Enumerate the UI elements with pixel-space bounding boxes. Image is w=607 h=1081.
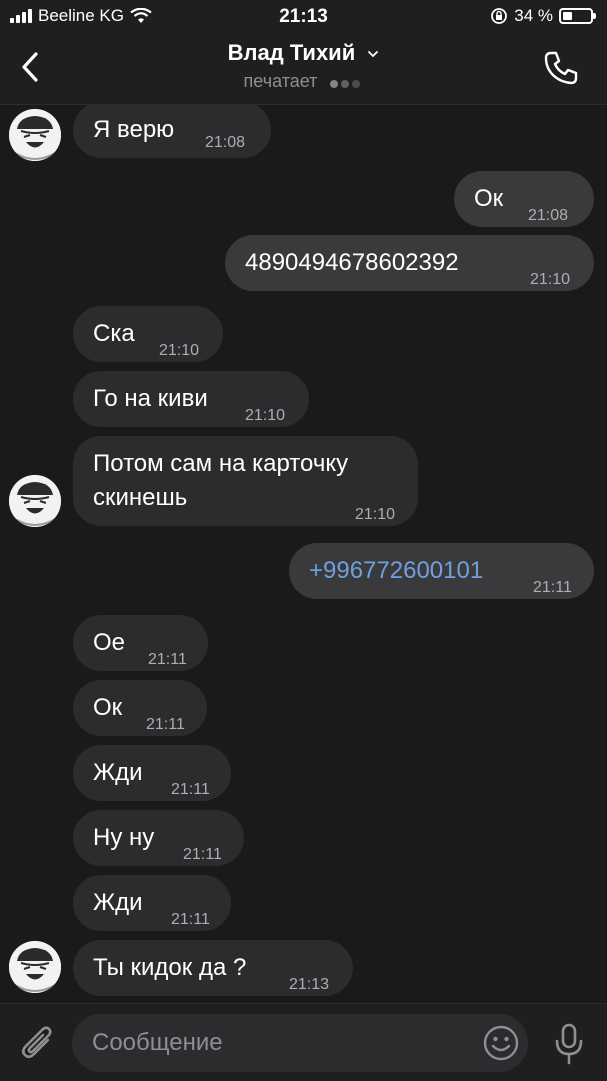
message-text: Ну ну	[93, 824, 155, 851]
message-time: 21:11	[533, 579, 572, 596]
incoming-message[interactable]: Ок 21:11	[73, 680, 207, 736]
microphone-icon[interactable]	[552, 1022, 586, 1066]
phone-icon[interactable]	[541, 48, 581, 88]
message-time: 21:11	[171, 781, 210, 798]
message-text: Ок	[474, 185, 504, 212]
avatar[interactable]	[9, 941, 61, 993]
chevron-down-icon	[368, 51, 379, 58]
message-text: Потом сам на карточку скинешь	[93, 450, 349, 511]
incoming-message[interactable]: Жди 21:11	[73, 745, 231, 801]
message-list[interactable]: Я верю 21:08 Ок 21:08 4890494678602392 21:10…	[0, 105, 607, 1003]
message-text: Ты кидок да ?	[93, 954, 247, 981]
message-text: 4890494678602392	[245, 249, 459, 276]
avatar[interactable]	[9, 475, 61, 527]
outgoing-message[interactable]: 4890494678602392 21:10	[225, 235, 594, 291]
message-time: 21:11	[171, 911, 210, 928]
contact-title[interactable]: Влад Тихий	[0, 40, 607, 66]
message-text: Ок	[93, 694, 123, 721]
message-time: 21:11	[148, 651, 187, 668]
status-bar: Beeline KG 21:13 34 %	[0, 0, 607, 34]
message-time: 21:11	[183, 846, 222, 863]
rotation-lock-icon	[491, 8, 508, 24]
incoming-message[interactable]: Жди 21:11	[73, 875, 231, 931]
incoming-message[interactable]: Ты кидок да ? 21:13	[73, 940, 353, 996]
message-text: Го на киви	[93, 385, 208, 412]
status-right: 34 %	[490, 6, 596, 26]
incoming-message[interactable]: Ое 21:11	[73, 615, 208, 671]
message-text: Жди	[93, 759, 143, 786]
message-time: 21:10	[245, 407, 286, 424]
incoming-message[interactable]: Ска 21:10	[73, 306, 223, 362]
message-text: Я верю	[93, 116, 175, 143]
composer-bar	[0, 1003, 607, 1081]
incoming-message[interactable]: Потом сам на карточку скинешь 21:10	[73, 436, 418, 526]
message-text: Жди	[93, 889, 143, 916]
typing-status: печатает	[0, 71, 607, 93]
paperclip-icon[interactable]	[18, 1022, 56, 1064]
message-input[interactable]	[72, 1014, 528, 1072]
message-text: Ое	[93, 629, 126, 656]
message-time: 21:10	[159, 342, 200, 359]
message-time: 21:10	[355, 506, 396, 523]
contact-name: Влад Тихий	[227, 40, 356, 65]
outgoing-message[interactable]: Ок 21:08	[454, 171, 594, 227]
typing-dots-icon	[330, 72, 363, 93]
message-time: 21:11	[146, 716, 185, 733]
avatar[interactable]	[9, 109, 61, 161]
message-text: Ска	[93, 320, 135, 347]
outgoing-message[interactable]: +996772600101 21:11	[289, 543, 594, 599]
battery-icon	[559, 8, 596, 24]
typing-status-text: печатает	[243, 71, 318, 91]
incoming-message[interactable]: Ну ну 21:11	[73, 810, 244, 866]
incoming-message[interactable]: Я верю 21:08	[73, 105, 271, 158]
message-time: 21:13	[289, 976, 330, 993]
phone-link[interactable]: +996772600101	[309, 554, 483, 588]
message-time: 21:08	[205, 134, 246, 151]
message-time: 21:10	[530, 271, 571, 288]
emoji-icon[interactable]	[482, 1024, 520, 1062]
incoming-message[interactable]: Го на киви 21:10	[73, 371, 309, 427]
message-time: 21:08	[528, 207, 569, 224]
chat-header: Влад Тихий печатает	[0, 34, 607, 105]
battery-percent: 34 %	[514, 6, 553, 25]
